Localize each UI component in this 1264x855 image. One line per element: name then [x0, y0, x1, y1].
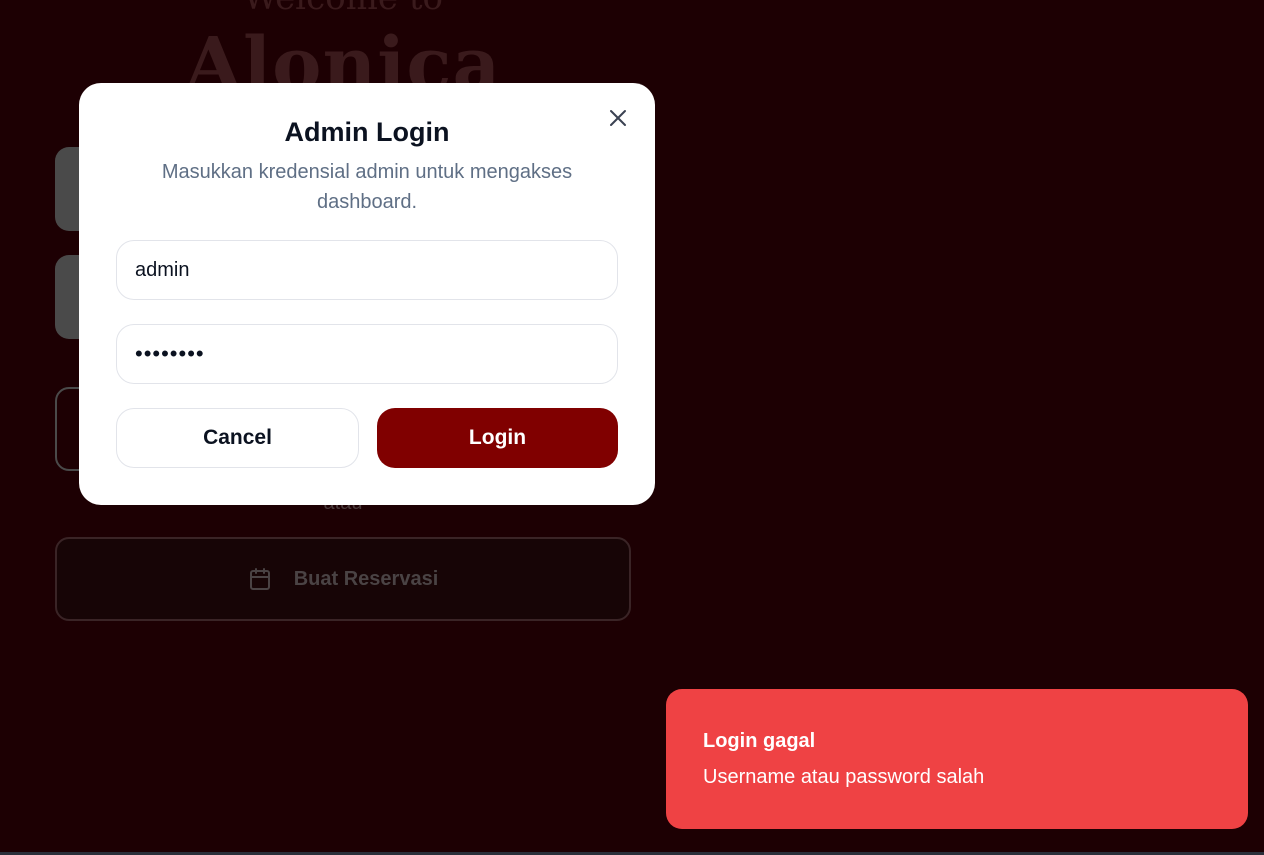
username-value: admin — [135, 258, 190, 281]
modal-title: Admin Login — [284, 117, 450, 147]
reserve-button-label: Buat Reservasi — [293, 567, 439, 590]
login-button[interactable]: Login — [377, 408, 618, 468]
cancel-button[interactable]: Cancel — [116, 408, 359, 468]
calendar-icon — [248, 567, 272, 591]
admin-login-modal: Admin Login Masukkan kredensial admin un… — [79, 83, 655, 505]
password-value: •••••••• — [135, 341, 205, 366]
modal-subtitle: Masukkan kredensial admin untuk mengakse… — [161, 161, 573, 213]
error-toast[interactable]: Login gagal Username atau password salah — [666, 689, 1248, 829]
login-page: Welcome to Alonica atau Buat Reservasi A… — [0, 0, 1264, 855]
welcome-text: Welcome to — [0, 0, 686, 18]
reserve-button: Buat Reservasi — [55, 537, 631, 621]
password-input[interactable]: •••••••• — [116, 324, 618, 384]
username-input[interactable]: admin — [116, 240, 618, 300]
toast-title: Login gagal — [703, 730, 816, 752]
toast-message: Username atau password salah — [703, 766, 985, 788]
